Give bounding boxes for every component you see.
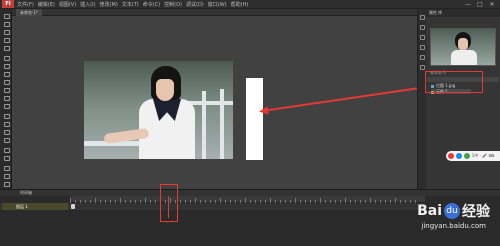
maximize-button[interactable]: □ (475, 1, 485, 8)
symbol-white-block[interactable] (246, 78, 263, 160)
railing-post (202, 91, 206, 159)
subselect-tool-icon[interactable] (3, 21, 10, 27)
ime-mode-icon (456, 153, 462, 159)
pen-tool-icon[interactable] (3, 55, 10, 61)
annotation-arrow-line (261, 84, 441, 112)
menu-text[interactable]: 文本(T) (122, 1, 139, 8)
bone-tool-icon[interactable] (3, 113, 10, 119)
app-logo: Fl (2, 0, 14, 8)
3d-rotation-tool-icon[interactable] (3, 37, 10, 43)
line-tool-icon[interactable] (3, 71, 10, 77)
menu-edit[interactable]: 编辑(E) (38, 1, 55, 8)
ime-floating-bar[interactable]: S中 · 🎤 ⌨ (446, 151, 500, 161)
keyframe[interactable] (71, 204, 75, 209)
menu-view[interactable]: 视图(V) (59, 1, 76, 8)
menu-bar: Fl 文件(F) 编辑(E) 视图(V) 插入(I) 修改(M) 文本(T) 命… (0, 0, 500, 9)
swap-colors-icon[interactable] (3, 181, 10, 187)
watermark-jingyan: 经验 (462, 204, 490, 220)
layer-name[interactable]: 图层 1 (2, 203, 68, 210)
ime-label: S中 · 🎤 ⌨ (472, 153, 495, 158)
collapsed-panel-strip (417, 9, 426, 192)
ime-skin-icon (464, 153, 470, 159)
workspace (12, 16, 441, 189)
watermark-url: jingyan.baidu.com (421, 222, 486, 230)
railing-post-2 (220, 89, 224, 159)
close-button[interactable]: ✕ (487, 1, 497, 8)
document-tab[interactable]: 未命名-1* (16, 9, 42, 16)
annotation-arrow-head (258, 106, 269, 116)
library-panel: 属性 库 未命名-1 位图 1.jpg 元件 1 (426, 9, 500, 192)
rectangle-tool-icon[interactable] (3, 79, 10, 85)
menu-modify[interactable]: 修改(M) (100, 1, 118, 8)
watermark-bai: Bai (417, 203, 442, 219)
annotation-box-timeline (160, 184, 178, 222)
girl-face (156, 79, 174, 101)
menu-debug[interactable]: 调试(D) (186, 1, 204, 8)
transform-tool-icon[interactable] (3, 29, 10, 35)
document-tab-bar: 未命名-1* (12, 9, 417, 16)
color-panel-icon[interactable] (420, 15, 425, 20)
timeline-controls (0, 235, 425, 246)
info-panel-icon[interactable] (420, 45, 425, 50)
hand-tool-icon[interactable] (3, 147, 10, 153)
components-panel-icon[interactable] (420, 65, 425, 70)
paint-bucket-tool-icon[interactable] (3, 121, 10, 127)
zoom-tool-icon[interactable] (3, 155, 10, 161)
text-tool-icon[interactable] (3, 63, 10, 69)
window-controls: — □ ✕ (463, 1, 497, 8)
layer-row[interactable]: 图层 1 (0, 203, 425, 210)
menu-insert[interactable]: 插入(I) (80, 1, 95, 8)
align-panel-icon[interactable] (420, 35, 425, 40)
menu-control[interactable]: 控制(O) (164, 1, 182, 8)
thumb-face (458, 38, 468, 50)
ime-logo-icon (448, 153, 454, 159)
library-preview-thumbnail (430, 28, 496, 66)
eraser-tool-icon[interactable] (3, 137, 10, 143)
panel-tabs[interactable]: 属性 库 (426, 9, 500, 17)
eyedropper-tool-icon[interactable] (3, 129, 10, 135)
selection-tool-icon[interactable] (3, 13, 10, 19)
annotation-box-library (425, 71, 483, 93)
lasso-tool-icon[interactable] (3, 45, 10, 51)
baidu-watermark: Bai du 经验 (417, 201, 490, 221)
frame-ruler[interactable] (70, 196, 425, 203)
brush-tool-icon[interactable] (3, 95, 10, 101)
baidu-paw-icon: du (444, 203, 460, 219)
deco-tool-icon[interactable] (3, 103, 10, 109)
swatches-panel-icon[interactable] (420, 25, 425, 30)
transform-panel-icon[interactable] (420, 55, 425, 60)
menu-help[interactable]: 帮助(H) (231, 1, 249, 8)
menu-window[interactable]: 窗口(W) (208, 1, 227, 8)
thumb-shirt (451, 50, 477, 65)
toolbox (0, 9, 12, 192)
menu-commands[interactable]: 命令(C) (143, 1, 160, 8)
stage-image[interactable] (84, 61, 233, 159)
minimize-button[interactable]: — (463, 1, 473, 8)
stroke-color-icon[interactable] (3, 165, 10, 171)
pencil-tool-icon[interactable] (3, 87, 10, 93)
fill-color-icon[interactable] (3, 173, 10, 179)
menu-file[interactable]: 文件(F) (17, 1, 34, 8)
